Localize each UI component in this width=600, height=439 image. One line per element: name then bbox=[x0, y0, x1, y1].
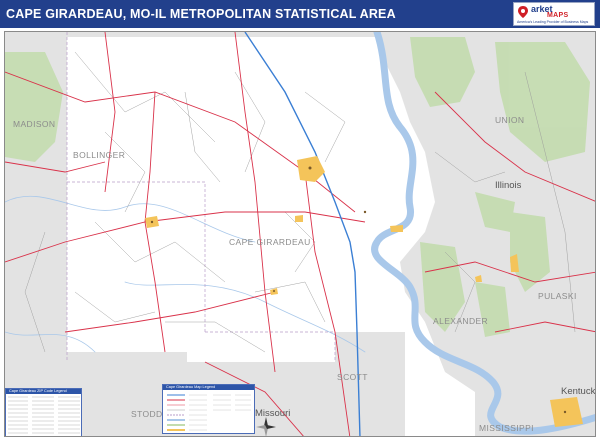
state-label-kentucky: Kentucky bbox=[561, 386, 596, 397]
county-label-union: UNION bbox=[495, 115, 525, 125]
state-label-illinois: Illinois bbox=[495, 180, 522, 191]
logo-tagline: America's Leading Provider of Business M… bbox=[517, 20, 589, 24]
county-label-pulaski: PULASKI bbox=[538, 291, 577, 301]
map-legend-symbols bbox=[167, 394, 251, 431]
logo-maps-text: MAPS bbox=[547, 12, 569, 19]
map-legend: Cape Girardeau Map Legend bbox=[162, 384, 255, 434]
map-header: CAPE GIRARDEAU, MO-IL METROPOLITAN STATI… bbox=[0, 0, 600, 28]
map-graphics bbox=[5, 32, 595, 436]
compass-rose-icon bbox=[256, 417, 276, 436]
map-title: CAPE GIRARDEAU, MO-IL METROPOLITAN STATI… bbox=[6, 7, 396, 21]
marketmaps-logo[interactable]: arket MAPS America's Leading Provider of… bbox=[513, 2, 595, 26]
county-label-cape-girardeau: CAPE GIRARDEAU bbox=[229, 237, 311, 247]
county-label-bollinger: BOLLINGER bbox=[73, 150, 126, 160]
county-label-mississippi: MISSISSIPPI bbox=[479, 423, 534, 433]
zip-code-legend: Cape Girardeau ZIP Code Legend bbox=[5, 388, 82, 436]
county-label-stoddard: STODD bbox=[131, 409, 163, 419]
map-pin-icon bbox=[518, 6, 528, 18]
county-label-alexander: ALEXANDER bbox=[433, 316, 489, 326]
county-label-scott: SCOTT bbox=[337, 372, 368, 382]
county-label-madison: MADISON bbox=[13, 119, 56, 129]
zip-legend-table bbox=[8, 396, 80, 434]
map-canvas[interactable]: MADISON BOLLINGER CAPE GIRARDEAU UNION A… bbox=[4, 31, 596, 437]
